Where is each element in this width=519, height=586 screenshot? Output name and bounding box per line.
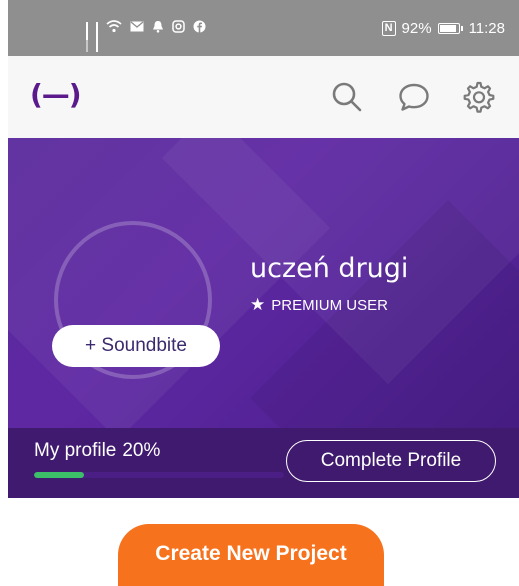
facebook-icon: [193, 20, 206, 36]
nfc-icon: N: [381, 20, 396, 36]
battery-icon: [437, 22, 463, 34]
status-icons-right: N 92% 11:28: [381, 0, 505, 56]
signal-icon: [96, 22, 98, 52]
chat-bubble-icon[interactable]: [397, 80, 431, 114]
profile-header: + Soundbite uczeń drugi ★ PREMIUM USER: [8, 138, 519, 428]
profile-progress-label: My profile 20%: [34, 440, 160, 462]
mail-icon: [130, 21, 144, 35]
bell-icon: [152, 20, 164, 36]
search-icon[interactable]: [330, 80, 364, 114]
battery-fill: [439, 24, 457, 32]
wifi-icon: [106, 20, 122, 36]
progress-bar-fill: [34, 472, 84, 478]
clock: 11:28: [468, 19, 505, 37]
gear-icon[interactable]: [462, 80, 496, 114]
complete-profile-button[interactable]: Complete Profile: [286, 440, 496, 482]
battery-percent: 92%: [401, 19, 432, 37]
status-icons-left: [86, 0, 206, 56]
status-bar: N 92% 11:28: [8, 0, 519, 56]
progress-percent: 20%: [122, 440, 161, 461]
signal-icon: [86, 22, 88, 52]
create-new-project-button[interactable]: Create New Project: [118, 524, 384, 586]
premium-label: PREMIUM USER: [271, 296, 388, 314]
star-icon: ★: [250, 295, 266, 314]
profile-progress: My profile 20% Complete Profile: [8, 428, 519, 498]
add-soundbite-button[interactable]: + Soundbite: [52, 325, 220, 367]
premium-badge: ★ PREMIUM USER: [250, 295, 388, 315]
progress-label: My profile: [34, 440, 117, 461]
app-bar: (—): [8, 56, 519, 138]
instagram-icon: [172, 20, 185, 36]
progress-bar: [34, 472, 284, 478]
app-logo[interactable]: (—): [30, 78, 82, 111]
user-name: uczeń drugi: [250, 253, 409, 284]
